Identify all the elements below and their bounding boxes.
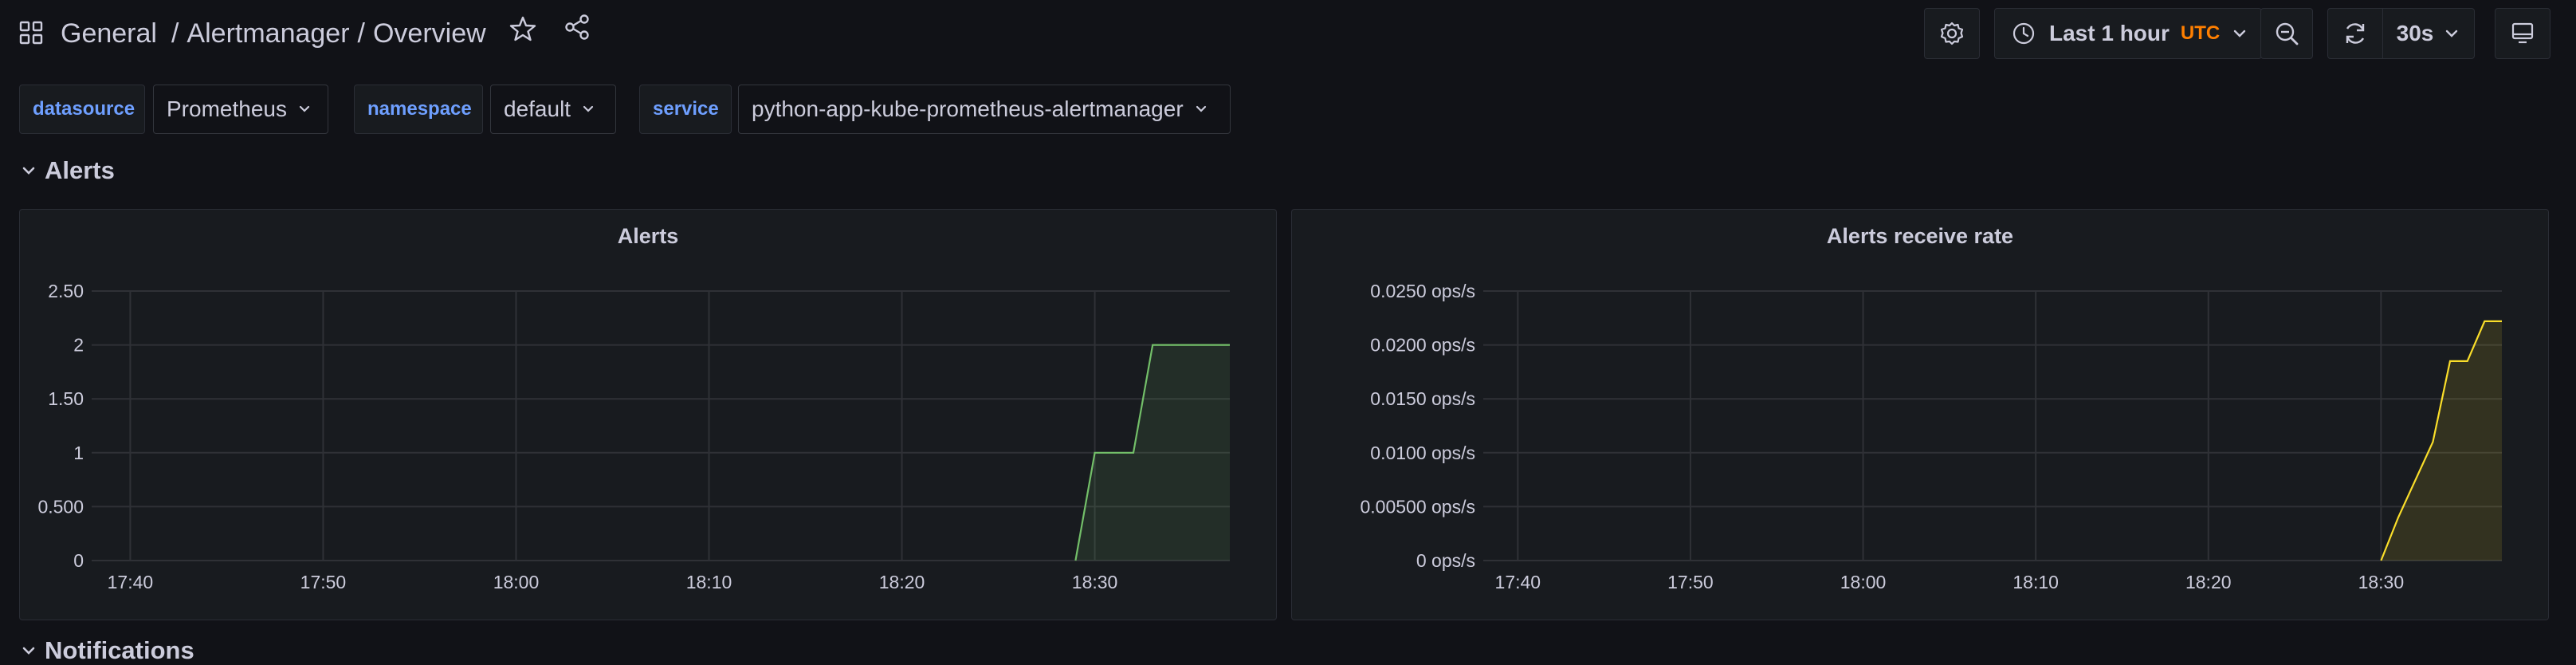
zoom-out-icon	[2276, 22, 2299, 45]
x-tick-label: 18:10	[686, 572, 732, 592]
panel-alerts[interactable]: Alerts 0 0.500 1 1.50 2 2.50 17:40 17:50 18:00 18…	[19, 209, 1277, 620]
variable-select-service[interactable]: python-app-kube-prometheus-alertmanager	[738, 85, 1231, 134]
x-tick-label: 17:50	[1667, 572, 1714, 592]
variable-label-service: service	[639, 85, 732, 134]
chevron-down-icon	[1196, 105, 1206, 112]
y-tick-label: 0.0150 ops/s	[1370, 388, 1475, 409]
page-title[interactable]: Overview	[373, 18, 486, 49]
y-tick-label: 0 ops/s	[1416, 550, 1475, 571]
x-tick-label: 18:30	[2358, 572, 2405, 592]
tv-mode-icon	[2511, 22, 2534, 44]
variable-value: Prometheus	[167, 96, 287, 121]
time-range-label: Last 1 hour	[2049, 21, 2170, 45]
y-tick-label: 0	[73, 550, 84, 571]
time-range-picker[interactable]: Last 1 hour UTC	[1994, 8, 2262, 59]
variable-value: python-app-kube-prometheus-alertmanager	[752, 96, 1184, 121]
apps-icon[interactable]	[19, 21, 43, 45]
x-tick-label: 18:20	[879, 572, 925, 592]
y-tick-label: 1.50	[48, 388, 84, 409]
row-title: Alerts	[45, 156, 115, 184]
variable-select-datasource[interactable]: Prometheus	[153, 85, 328, 134]
clock-icon	[2012, 22, 2035, 45]
refresh-button[interactable]	[2327, 8, 2383, 59]
variable-select-namespace[interactable]: default	[490, 85, 616, 134]
chevron-down-icon	[2446, 30, 2458, 37]
x-tick-label: 18:00	[1840, 572, 1887, 592]
y-tick-label: 0.500	[37, 496, 84, 517]
breadcrumb-separator: /	[357, 18, 365, 49]
x-tick-label: 18:30	[1072, 572, 1118, 592]
refresh-interval-label: 30s	[2396, 21, 2434, 45]
row-header-alerts[interactable]: Alerts	[19, 156, 115, 185]
y-tick-label: 0.0100 ops/s	[1370, 443, 1475, 463]
settings-gear-icon	[1940, 22, 1964, 45]
chevron-down-icon	[299, 105, 310, 112]
dashboard-settings-button[interactable]	[1924, 8, 1980, 59]
x-tick-label: 17:50	[300, 572, 347, 592]
variable-value: default	[504, 96, 571, 121]
chevron-down-icon	[583, 105, 594, 112]
row-title: Notifications	[45, 636, 194, 664]
y-tick-label: 1	[73, 443, 84, 463]
breadcrumb-separator: /	[171, 18, 179, 49]
y-tick-label: 2	[73, 335, 84, 356]
timezone-badge: UTC	[2180, 22, 2221, 44]
time-series-chart[interactable]: 0 0.500 1 1.50 2 2.50 17:40 17:50 18:00 18:10 18:2…	[20, 210, 1278, 621]
y-tick-label: 0.0200 ops/s	[1370, 335, 1475, 356]
x-tick-label: 17:40	[108, 572, 154, 592]
y-tick-label: 0.00500 ops/s	[1360, 496, 1475, 517]
variable-label-namespace: namespace	[354, 85, 483, 134]
row-header-notifications[interactable]: Notifications	[19, 636, 194, 665]
share-icon[interactable]	[563, 13, 591, 41]
y-tick-label: 0.0250 ops/s	[1370, 281, 1475, 301]
time-series-chart[interactable]: 0 ops/s 0.00500 ops/s 0.0100 ops/s 0.0150 o…	[1292, 210, 2550, 621]
y-tick-label: 2.50	[48, 281, 84, 301]
chevron-down-icon	[2234, 30, 2246, 37]
chevron-down-icon	[22, 167, 35, 175]
x-tick-label: 18:20	[2185, 572, 2232, 592]
zoom-out-button[interactable]	[2260, 8, 2313, 59]
breadcrumb: General / Alertmanager / Overview	[61, 14, 486, 53]
refresh-interval-picker[interactable]: 30s	[2382, 8, 2475, 59]
x-tick-label: 18:00	[493, 572, 540, 592]
breadcrumb-folder[interactable]: General	[61, 18, 157, 49]
breadcrumb-parent[interactable]: Alertmanager	[187, 18, 349, 49]
refresh-icon	[2346, 23, 2365, 44]
chevron-down-icon	[22, 647, 35, 655]
x-tick-label: 17:40	[1495, 572, 1541, 592]
tv-mode-button[interactable]	[2495, 8, 2550, 59]
panel-alerts-receive-rate[interactable]: Alerts receive rate 0 ops/s 0.00500 ops/s…	[1291, 209, 2549, 620]
top-navbar: General / Alertmanager / Overview Last 1…	[0, 0, 2576, 67]
x-tick-label: 18:10	[2012, 572, 2059, 592]
star-icon[interactable]	[509, 14, 537, 43]
series-area-fill	[2381, 321, 2502, 561]
variable-label-datasource: datasource	[19, 85, 145, 134]
